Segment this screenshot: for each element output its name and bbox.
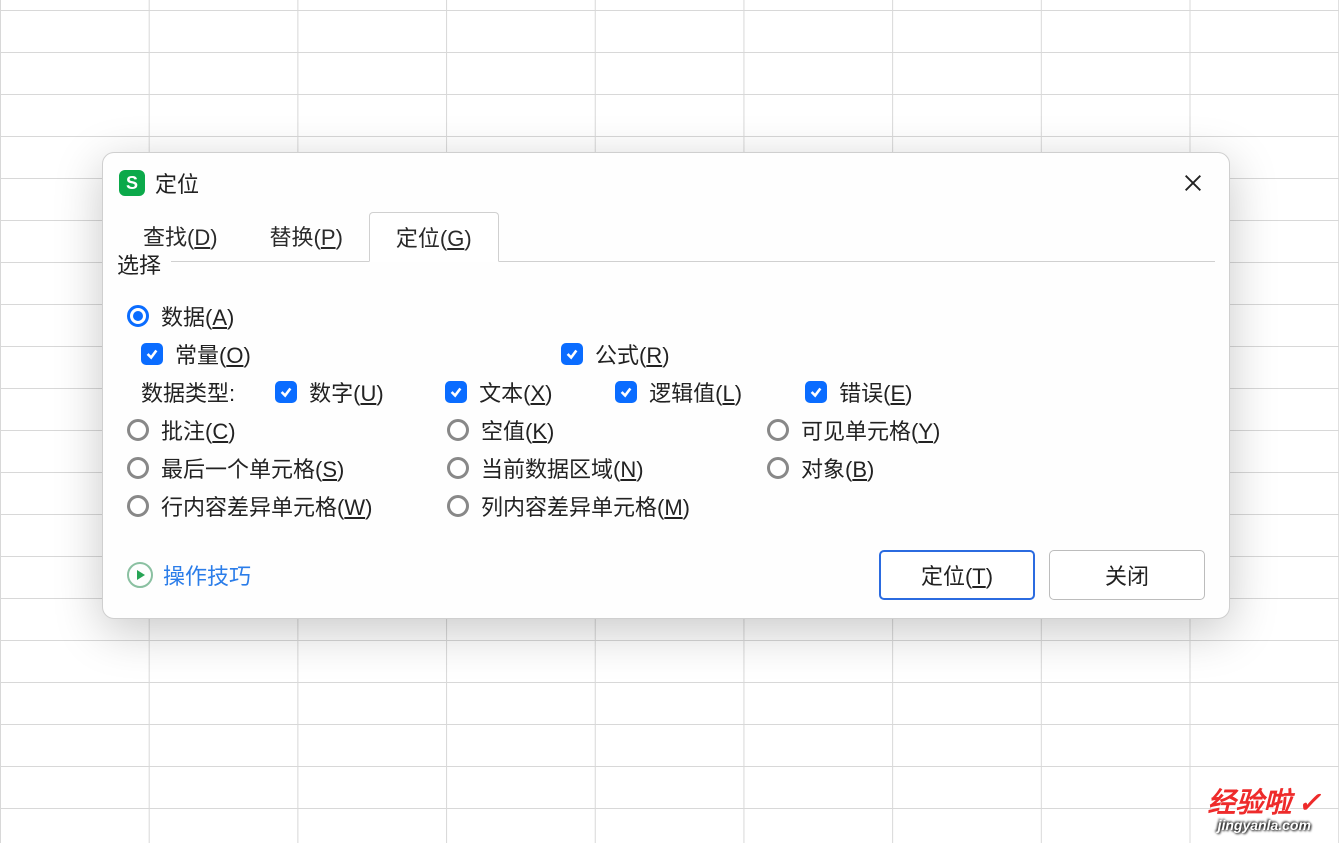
radio-icon bbox=[127, 457, 149, 479]
goto-dialog: S 定位 查找(D) 替换(P) 定位(G) 选择 数据(A) 常量(O) 公式 bbox=[102, 152, 1230, 619]
checkbox-icon bbox=[275, 381, 297, 403]
radio-coldiff[interactable]: 列内容差异单元格(M) bbox=[447, 490, 690, 522]
radio-icon bbox=[447, 495, 469, 517]
dialog-body: 数据(A) 常量(O) 公式(R) 数据类型: 数字(U) 文本(X) bbox=[103, 300, 1229, 536]
check-formula[interactable]: 公式(R) bbox=[561, 338, 670, 370]
watermark: 经验啦✓ jingyanla.com bbox=[1208, 781, 1321, 833]
checkbox-icon bbox=[561, 343, 583, 365]
goto-button[interactable]: 定位(T) bbox=[879, 550, 1035, 600]
checkbox-icon bbox=[141, 343, 163, 365]
radio-icon bbox=[767, 419, 789, 441]
radio-blank[interactable]: 空值(K) bbox=[447, 414, 767, 446]
radio-object[interactable]: 对象(B) bbox=[767, 452, 874, 484]
radio-icon bbox=[127, 495, 149, 517]
radio-icon bbox=[447, 419, 469, 441]
radio-icon bbox=[127, 305, 149, 327]
tips-link[interactable]: 操作技巧 bbox=[127, 559, 251, 591]
radio-data[interactable]: 数据(A) bbox=[127, 300, 234, 332]
radio-region[interactable]: 当前数据区域(N) bbox=[447, 452, 767, 484]
close-button[interactable]: 关闭 bbox=[1049, 550, 1205, 600]
tab-bar: 查找(D) 替换(P) 定位(G) bbox=[117, 211, 1215, 261]
dialog-footer: 操作技巧 定位(T) 关闭 bbox=[103, 536, 1229, 618]
check-text[interactable]: 文本(X) bbox=[445, 376, 615, 408]
dialog-titlebar: S 定位 bbox=[103, 153, 1229, 201]
app-icon: S bbox=[119, 170, 145, 196]
checkbox-icon bbox=[615, 381, 637, 403]
checkbox-icon bbox=[805, 381, 827, 403]
tab-replace[interactable]: 替换(P) bbox=[244, 211, 369, 261]
close-icon[interactable] bbox=[1177, 167, 1209, 199]
play-icon bbox=[127, 562, 153, 588]
dialog-title: 定位 bbox=[155, 167, 199, 199]
radio-comment[interactable]: 批注(C) bbox=[127, 414, 447, 446]
radio-rowdiff[interactable]: 行内容差异单元格(W) bbox=[127, 490, 447, 522]
radio-lastcell[interactable]: 最后一个单元格(S) bbox=[127, 452, 447, 484]
check-error[interactable]: 错误(E) bbox=[805, 376, 912, 408]
section-label: 选择 bbox=[117, 248, 171, 280]
check-number[interactable]: 数字(U) bbox=[275, 376, 445, 408]
tab-goto[interactable]: 定位(G) bbox=[369, 212, 499, 262]
radio-icon bbox=[767, 457, 789, 479]
radio-icon bbox=[447, 457, 469, 479]
data-type-label: 数据类型: bbox=[141, 376, 235, 408]
check-constant[interactable]: 常量(O) bbox=[141, 338, 561, 370]
checkbox-icon bbox=[445, 381, 467, 403]
radio-visible[interactable]: 可见单元格(Y) bbox=[767, 414, 940, 446]
check-logic[interactable]: 逻辑值(L) bbox=[615, 376, 805, 408]
radio-icon bbox=[127, 419, 149, 441]
